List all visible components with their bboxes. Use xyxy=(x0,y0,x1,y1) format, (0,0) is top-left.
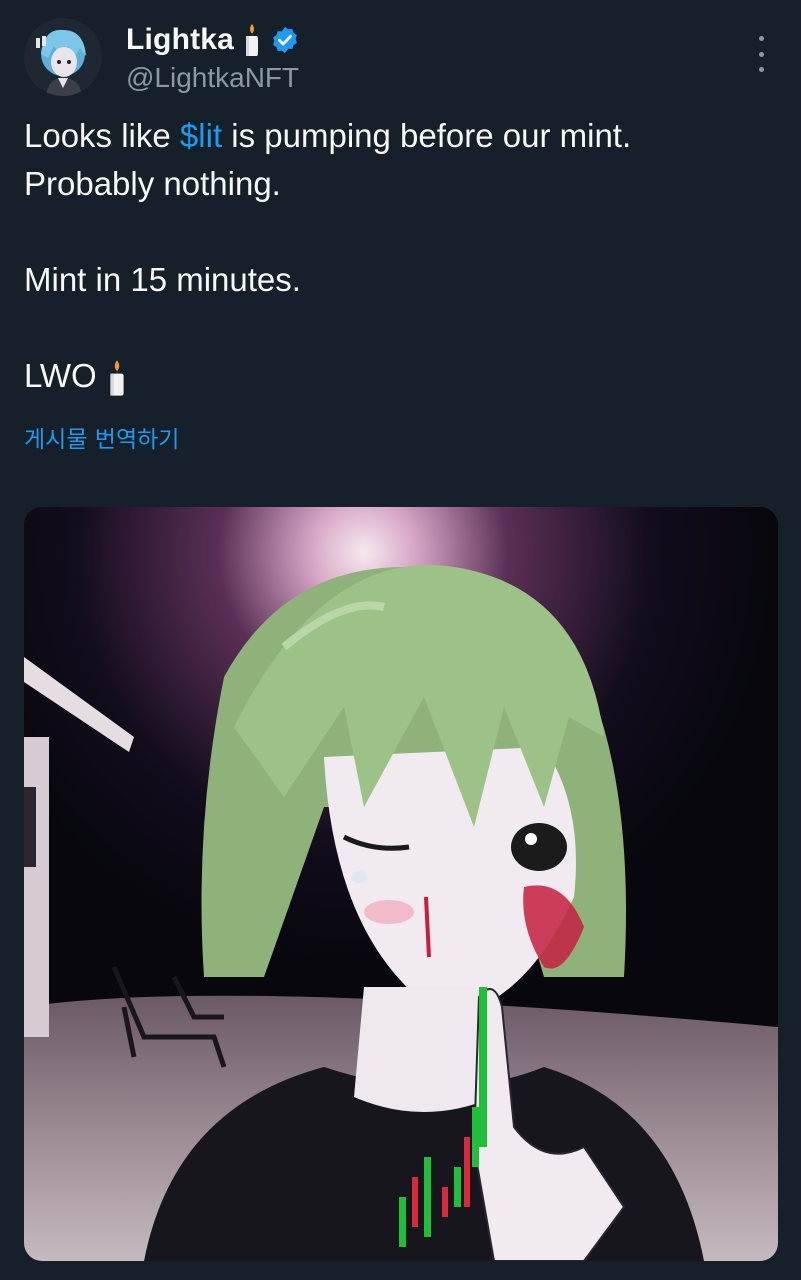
tweet-media-image[interactable] xyxy=(24,507,778,1261)
tweet-line-1-suffix: is pumping before our mint. xyxy=(222,117,632,154)
author-names: Lightka @LightkaNFT xyxy=(126,20,300,94)
verified-badge-icon xyxy=(270,25,300,55)
tweet-line-2: Probably nothing. xyxy=(24,165,281,202)
tweet-line-4: LWO xyxy=(24,352,777,400)
avatar[interactable] xyxy=(24,18,102,96)
tweet-line-1-prefix: Looks like xyxy=(24,117,180,154)
tweet-header: Lightka @LightkaNFT xyxy=(24,16,781,100)
display-name[interactable]: Lightka xyxy=(126,23,234,57)
more-options-icon[interactable] xyxy=(755,36,767,72)
tweet-line-1: Looks like $lit is pumping before our mi… xyxy=(24,112,777,160)
translate-post-link[interactable]: 게시물 번역하기 xyxy=(24,420,179,454)
candle-icon xyxy=(242,22,262,58)
anime-girl-illustration-icon xyxy=(24,507,778,1261)
candle-icon xyxy=(106,358,128,398)
tweet-line-4-text: LWO xyxy=(24,357,97,394)
author-handle[interactable]: @LightkaNFT xyxy=(126,62,300,94)
cashtag-link[interactable]: $lit xyxy=(180,117,222,154)
tweet-line-3: Mint in 15 minutes. xyxy=(24,261,301,298)
tweet-text: Looks like $lit is pumping before our mi… xyxy=(24,112,777,400)
display-name-row[interactable]: Lightka xyxy=(126,20,300,60)
